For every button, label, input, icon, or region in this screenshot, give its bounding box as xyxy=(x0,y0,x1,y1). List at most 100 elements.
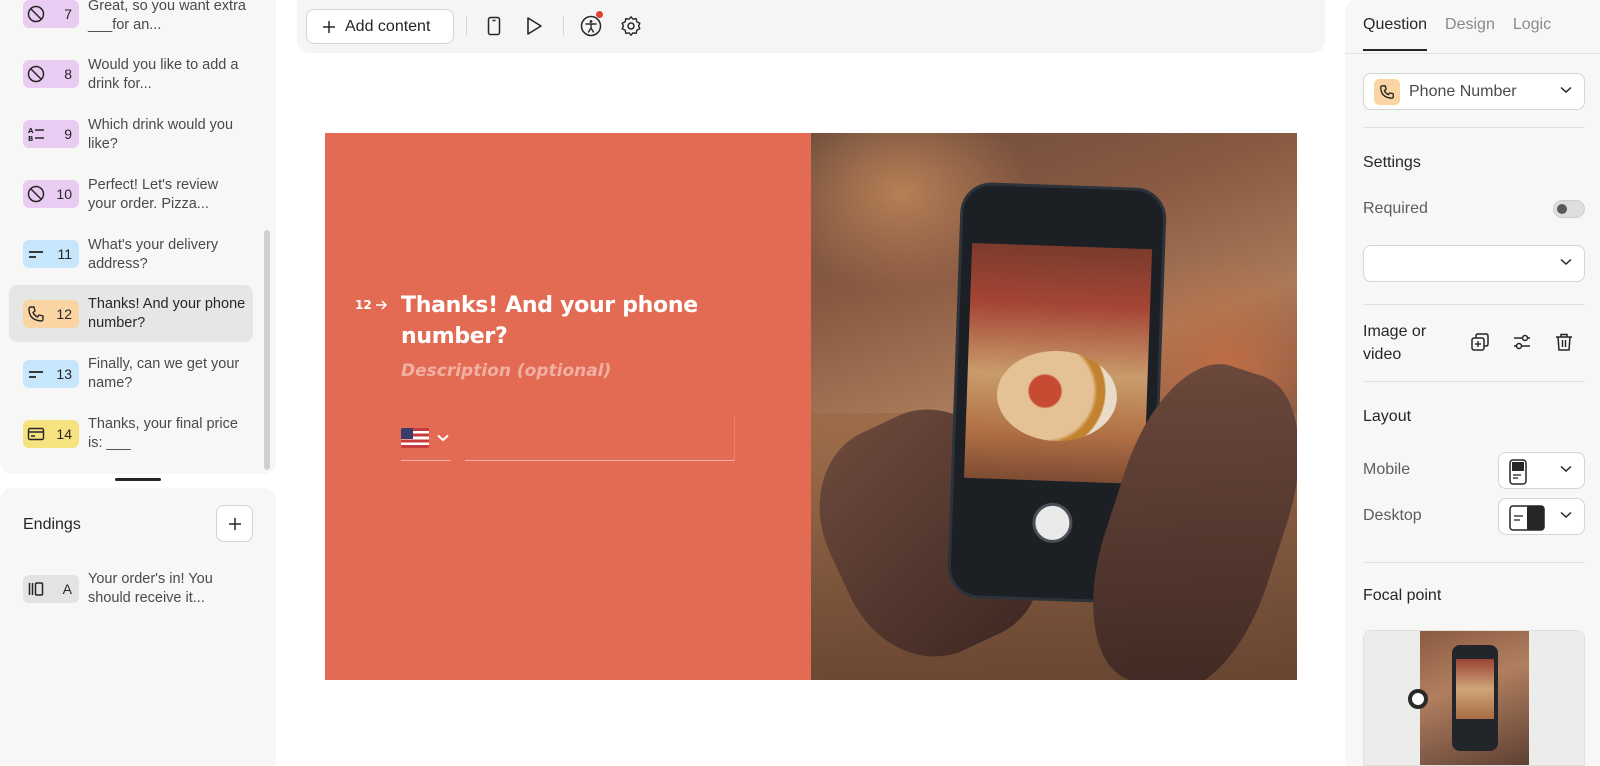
chevron-down-icon xyxy=(1560,465,1572,473)
notification-dot xyxy=(596,11,603,18)
plus-icon xyxy=(323,20,335,33)
chevron-down-icon xyxy=(437,434,449,441)
plus-icon xyxy=(228,517,241,530)
chevron-down-icon xyxy=(1560,511,1572,519)
image-or-video-label: Image or video xyxy=(1363,323,1427,363)
question-number: 9 xyxy=(64,125,72,142)
question-index: 12 xyxy=(355,298,388,312)
ending-badge: A xyxy=(23,574,79,603)
image-actions xyxy=(1469,331,1575,353)
multiple-choice-icon: AB xyxy=(27,125,45,143)
section-divider xyxy=(1363,304,1585,305)
mobile-layout-icon xyxy=(1509,459,1527,485)
phone-icon xyxy=(1374,78,1400,105)
mobile-preview-icon[interactable] xyxy=(482,14,506,38)
tab-design[interactable]: Design xyxy=(1445,16,1495,51)
settings-gear-icon[interactable] xyxy=(619,14,643,38)
phone-number-input[interactable] xyxy=(465,415,735,461)
question-text: Finally, can we get your name? xyxy=(88,356,240,391)
question-item-9[interactable]: AB 9 Which drink would you like? xyxy=(9,105,253,162)
question-title[interactable]: Thanks! And your phone number? xyxy=(401,290,731,352)
question-number: 14 xyxy=(56,425,72,442)
toolbar-separator xyxy=(563,16,564,36)
focal-point-marker[interactable] xyxy=(1408,689,1428,709)
add-ending-button[interactable] xyxy=(216,505,253,542)
question-text: Great, so you want extra ___for an... xyxy=(88,0,246,33)
us-flag-icon xyxy=(401,427,429,448)
desktop-layout-icon xyxy=(1509,505,1545,531)
mobile-layout-label: Mobile xyxy=(1363,461,1411,478)
question-number: 7 xyxy=(64,5,72,22)
question-description[interactable]: Description (optional) xyxy=(401,361,611,381)
question-item-10[interactable]: 10 Perfect! Let's review your order. Piz… xyxy=(9,165,253,222)
question-badge: 7 xyxy=(23,0,79,28)
section-divider xyxy=(1363,127,1585,128)
focal-point-picker[interactable] xyxy=(1363,630,1585,766)
tab-question[interactable]: Question xyxy=(1363,16,1428,51)
editor-toolbar: Add content xyxy=(297,0,1325,53)
panel-resize-handle[interactable] xyxy=(115,478,161,481)
question-text: What's your delivery address? xyxy=(88,237,219,272)
question-item-13[interactable]: 13 Finally, can we get your name? xyxy=(9,345,253,402)
question-text: Perfect! Let's review your order. Pizza.… xyxy=(88,177,219,212)
focal-point-title: Focal point xyxy=(1363,587,1442,604)
question-text: Would you like to add a drink for... xyxy=(88,57,239,92)
replace-image-icon[interactable] xyxy=(1469,331,1491,353)
layout-title: Layout xyxy=(1363,408,1412,425)
question-item-12[interactable]: 12 Thanks! And your phone number? xyxy=(9,285,253,342)
delete-image-icon[interactable] xyxy=(1553,331,1575,353)
ending-text: Your order's in! You should receive it..… xyxy=(88,571,213,606)
required-label: Required xyxy=(1363,200,1428,217)
question-badge: AB 9 xyxy=(23,119,79,148)
mobile-layout-select[interactable] xyxy=(1498,452,1585,489)
ending-letter: A xyxy=(62,580,72,597)
short-text-icon xyxy=(27,365,45,383)
payment-card-icon xyxy=(27,425,45,443)
question-item-7[interactable]: 7 Great, so you want extra ___for an... xyxy=(9,0,253,42)
question-index-number: 12 xyxy=(355,298,372,312)
chevron-down-icon xyxy=(1560,86,1572,94)
question-badge: 10 xyxy=(23,179,79,208)
question-badge: 11 xyxy=(23,239,79,268)
endings-title: Endings xyxy=(23,516,81,533)
ending-item-a[interactable]: A Your order's in! You should receive it… xyxy=(9,560,253,617)
question-type-select[interactable]: Phone Number xyxy=(1363,73,1585,110)
adjust-image-icon[interactable] xyxy=(1511,331,1533,353)
question-list-panel: 7 Great, so you want extra ___for an... … xyxy=(0,0,276,474)
country-code-select[interactable] xyxy=(401,415,451,461)
tab-logic[interactable]: Logic xyxy=(1513,16,1551,51)
focal-thumbnail xyxy=(1420,631,1529,765)
question-number: 11 xyxy=(57,245,72,262)
section-divider xyxy=(1363,381,1585,382)
question-image xyxy=(811,133,1297,680)
chevron-down-icon xyxy=(1560,258,1572,266)
question-text: Thanks, your final price is: ___ xyxy=(88,416,238,451)
question-settings-panel: Question Design Logic Phone Number Setti… xyxy=(1345,0,1600,766)
format-select[interactable] xyxy=(1363,245,1585,282)
ending-icon xyxy=(27,580,45,598)
panel-tabs: Question Design Logic xyxy=(1363,16,1551,51)
arrow-right-icon xyxy=(375,300,387,310)
tabs-divider xyxy=(1345,53,1600,54)
settings-title: Settings xyxy=(1363,154,1421,171)
svg-text:B: B xyxy=(28,135,33,143)
question-badge: 14 xyxy=(23,419,79,448)
accessibility-icon[interactable] xyxy=(579,11,603,38)
desktop-layout-label: Desktop xyxy=(1363,507,1422,524)
question-item-11[interactable]: 11 What's your delivery address? xyxy=(9,225,253,282)
desktop-layout-select[interactable] xyxy=(1498,498,1585,535)
add-content-button[interactable]: Add content xyxy=(306,9,454,44)
question-item-8[interactable]: 8 Would you like to add a drink for... xyxy=(9,45,253,102)
play-preview-icon[interactable] xyxy=(522,14,546,38)
required-toggle[interactable] xyxy=(1553,200,1585,218)
toolbar-separator xyxy=(466,16,467,36)
statement-icon xyxy=(27,5,45,23)
question-number: 13 xyxy=(56,365,72,382)
question-item-14[interactable]: 14 Thanks, your final price is: ___ xyxy=(9,405,253,462)
phone-icon xyxy=(27,305,45,323)
question-preview-canvas: 12 Thanks! And your phone number? Descri… xyxy=(325,133,1297,680)
statement-icon xyxy=(27,185,45,203)
add-content-label: Add content xyxy=(345,17,431,35)
short-text-icon xyxy=(27,245,45,263)
question-list-scrollbar[interactable] xyxy=(264,230,270,470)
